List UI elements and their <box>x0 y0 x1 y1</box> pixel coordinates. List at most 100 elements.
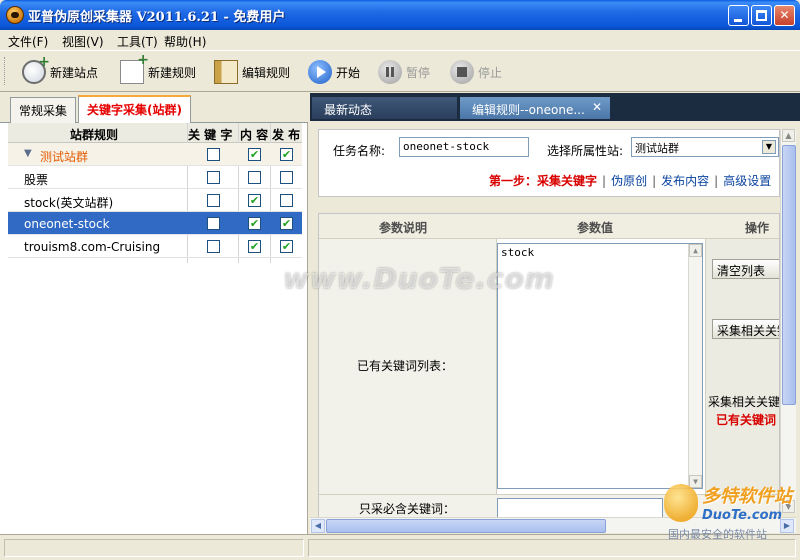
step-separator: | <box>652 174 657 188</box>
play-icon <box>308 60 332 84</box>
tab-latest-label: 最新动态 <box>324 103 373 117</box>
row-name: 测试站群 <box>40 150 89 164</box>
checkbox-content[interactable]: ✔ <box>248 148 261 161</box>
group-row[interactable]: ▼ 测试站群 ✔ ✔ <box>8 143 302 166</box>
tab-latest-news[interactable]: 最新动态 <box>312 97 457 119</box>
pause-icon <box>378 60 402 84</box>
params-header: 参数说明 参数值 操作 <box>319 214 779 239</box>
checkbox-publish[interactable]: ✔ <box>280 148 293 161</box>
toolbar-grip[interactable] <box>4 57 7 85</box>
checkbox-publish[interactable] <box>280 194 293 207</box>
edit-rule-icon <box>214 60 238 84</box>
clear-list-button[interactable]: 清空列表 <box>712 259 779 279</box>
close-button[interactable]: ✕ <box>774 5 795 26</box>
table-row[interactable]: 股票 <box>8 166 302 189</box>
left-panel: 常规采集 关键字采集(站群) 站群规则 关 键 字 内 容 发 布 ▼ 测试站群 ✔… <box>0 93 308 534</box>
app-icon <box>6 6 24 24</box>
keyword-list-scrollbar[interactable]: ▲ ▼ <box>688 244 702 488</box>
new-rule-icon <box>120 52 149 84</box>
stop-label: 停止 <box>478 65 503 80</box>
chevron-down-icon: ▼ <box>762 140 776 154</box>
collect-related-button[interactable]: 采集相关关键 <box>712 319 779 339</box>
table-row[interactable]: oneonet-stock ✔ ✔ <box>8 212 302 235</box>
watermark-logo-title: 多特软件站 <box>702 486 792 507</box>
step-collect-keyword[interactable]: 第一步：采集关键字 <box>489 174 597 188</box>
vertical-scroll-thumb[interactable] <box>782 145 796 405</box>
watermark-logo-tag: 国内最安全的软件站 <box>668 528 767 541</box>
stop-button[interactable]: 停止 <box>450 57 502 87</box>
only-keyword-input[interactable] <box>497 498 663 518</box>
new-rule-button[interactable]: 新建规则 <box>120 52 197 87</box>
checkbox-key[interactable] <box>207 240 220 253</box>
site-select-label: 选择所属性站: <box>547 144 624 158</box>
scroll-left-icon[interactable]: ◀ <box>311 519 325 533</box>
step-advanced[interactable]: 高级设置 <box>723 174 771 188</box>
right-panel: 最新动态 编辑规则--oneone... ✕ 任务名称: oneonet-sto… <box>310 93 800 534</box>
checkbox-content[interactable]: ✔ <box>248 240 261 253</box>
keyword-list-text: stock <box>501 246 535 259</box>
grid-header: 站群规则 关 键 字 内 容 发 布 <box>8 123 302 143</box>
maximize-icon <box>756 10 767 21</box>
edit-rule-button[interactable]: 编辑规则 <box>214 57 290 87</box>
menu-help[interactable]: 帮助(H) <box>164 33 206 50</box>
pause-button[interactable]: 暂停 <box>378 57 430 87</box>
tab-edit-label: 编辑规则--oneone... <box>472 103 585 117</box>
left-tab-strip: 常规采集 关键字采集(站群) <box>0 93 308 124</box>
new-site-button[interactable]: 新建站点 <box>22 54 99 87</box>
site-rule-grid: 站群规则 关 键 字 内 容 发 布 ▼ 测试站群 ✔ ✔ 股票 stock(英文站群) ✔… <box>8 123 302 263</box>
new-rule-label: 新建规则 <box>148 65 197 80</box>
new-site-label: 新建站点 <box>50 65 99 80</box>
stop-icon <box>450 60 474 84</box>
right-tab-strip: 最新动态 编辑规则--oneone... ✕ <box>310 93 800 121</box>
start-button[interactable]: 开始 <box>308 57 360 87</box>
table-row[interactable]: trouism8.com-Cruising ✔ ✔ <box>8 235 302 258</box>
existing-keywords-note: 已有关键词 <box>716 413 777 427</box>
menu-view[interactable]: 视图(V) <box>62 33 104 50</box>
col-param-desc: 参数说明 <box>379 221 428 235</box>
row-name: oneonet-stock <box>24 217 110 231</box>
task-name-input[interactable]: oneonet-stock <box>399 137 529 157</box>
close-tab-icon[interactable]: ✕ <box>592 100 602 114</box>
checkbox-content[interactable] <box>248 171 261 184</box>
mascot-icon <box>664 484 698 522</box>
tab-normal-collect[interactable]: 常规采集 <box>10 97 77 123</box>
table-row[interactable]: stock(英文站群) ✔ <box>8 189 302 212</box>
step-separator: | <box>602 174 607 188</box>
menu-file[interactable]: 文件(F) <box>8 33 48 50</box>
menu-tools[interactable]: 工具(T) <box>117 33 158 50</box>
checkbox-publish[interactable] <box>280 171 293 184</box>
minimize-button[interactable] <box>728 5 749 26</box>
checkbox-publish[interactable]: ✔ <box>280 217 293 230</box>
row-name: 股票 <box>24 173 49 187</box>
minimize-icon <box>734 19 742 22</box>
step-separator: | <box>714 174 719 188</box>
step-publish[interactable]: 发布内容 <box>661 174 709 188</box>
watermark-logo: 多特软件站 DuoTe.com 国内最安全的软件站 <box>662 480 798 542</box>
row-name: trouism8.com-Cruising <box>24 240 161 254</box>
watermark-logo-sub: DuoTe.com <box>702 508 783 523</box>
menu-bar: 文件(F) 视图(V) 工具(T) 帮助(H) <box>0 30 800 50</box>
scroll-up-icon[interactable]: ▲ <box>689 244 702 257</box>
horizontal-scroll-thumb[interactable] <box>326 519 606 533</box>
expand-icon[interactable]: ▼ <box>24 148 32 159</box>
checkbox-key[interactable] <box>207 148 220 161</box>
scroll-up-icon[interactable]: ▲ <box>782 129 795 142</box>
checkbox-content[interactable]: ✔ <box>248 217 261 230</box>
maximize-button[interactable] <box>751 5 772 26</box>
collect-related-note: 采集相关关键 <box>708 395 780 409</box>
close-icon: ✕ <box>779 8 790 22</box>
start-label: 开始 <box>336 65 361 80</box>
tab-keyword-collect[interactable]: 关键字采集(站群) <box>78 95 191 124</box>
checkbox-key[interactable] <box>207 217 220 230</box>
params-table: 参数说明 参数值 操作 已有关键词列表： stock ▲ ▼ 清空列表 采集相关… <box>318 213 780 521</box>
checkbox-content[interactable]: ✔ <box>248 194 261 207</box>
site-select[interactable]: 测试站群 ▼ <box>631 137 779 157</box>
header-keyword: 关 键 字 <box>188 128 233 142</box>
checkbox-key[interactable] <box>207 171 220 184</box>
right-vertical-scrollbar[interactable]: ▲ ▼ <box>780 129 796 513</box>
step-pseudo-original[interactable]: 伪原创 <box>611 174 647 188</box>
checkbox-key[interactable] <box>207 194 220 207</box>
task-name-label: 任务名称: <box>333 144 386 158</box>
tab-edit-rule[interactable]: 编辑规则--oneone... ✕ <box>460 97 610 119</box>
checkbox-publish[interactable]: ✔ <box>280 240 293 253</box>
